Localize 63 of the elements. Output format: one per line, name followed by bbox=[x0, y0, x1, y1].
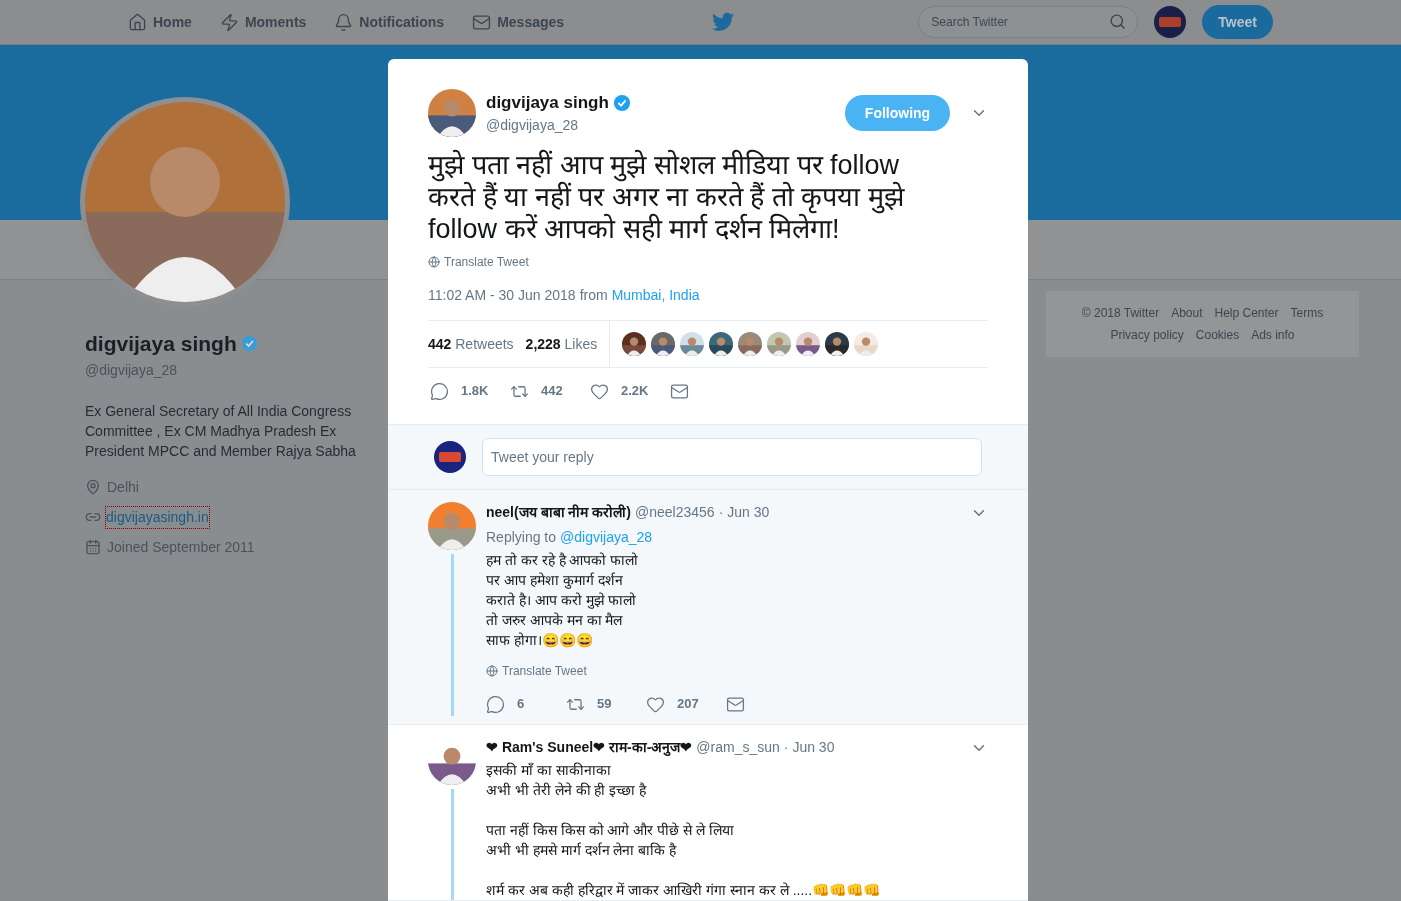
reply-button[interactable]: 1.8K bbox=[430, 381, 510, 401]
reply-icon bbox=[486, 694, 505, 714]
profile-handle: @digvijaya_28 bbox=[85, 360, 179, 380]
footer-link[interactable]: Ads info bbox=[1251, 326, 1295, 344]
reply-author-name[interactable]: ❤ Ram's Suneel❤ राम-का-अनुज❤ bbox=[486, 737, 693, 758]
footer-link[interactable]: Privacy policy bbox=[1110, 326, 1184, 344]
retweet-button[interactable]: 59 bbox=[566, 694, 646, 714]
search-icon[interactable] bbox=[1109, 13, 1127, 30]
like-button[interactable]: 207 bbox=[646, 694, 726, 714]
author-handle: @digvijaya_28 bbox=[486, 116, 580, 136]
author-name[interactable]: digvijaya singh bbox=[486, 89, 609, 116]
reply-handle: @ram_s_sun bbox=[696, 738, 780, 757]
profile-name: digvijaya singh bbox=[85, 331, 237, 357]
avatar-icon[interactable] bbox=[1159, 17, 1182, 27]
translate-link[interactable]: Translate Tweet bbox=[428, 253, 529, 271]
website-link[interactable]: digvijayasingh.in bbox=[105, 505, 210, 529]
globe-icon bbox=[428, 256, 440, 268]
footer-link[interactable]: Help Center bbox=[1214, 304, 1279, 322]
reply-author-name[interactable]: neel(जय बाबा नीम करोली) bbox=[486, 502, 631, 523]
reply-date: · Jun 30 bbox=[718, 503, 770, 522]
envelope-icon bbox=[472, 12, 492, 32]
retweet-button[interactable]: 442 bbox=[510, 381, 590, 401]
tweet-time: 11:02 AM - 30 Jun 2018 bbox=[428, 286, 576, 305]
bell-icon bbox=[334, 12, 354, 32]
nav-link[interactable]: Moments bbox=[219, 11, 307, 33]
lightning-icon bbox=[219, 12, 239, 32]
nav-link[interactable]: Messages bbox=[472, 11, 565, 33]
tweet-text: मुझे पता नहीं आप मुझे सोशल मीडिया पर follow करते हैं या नहीं पर अगर ना करते हैं तो कृपया मुझे follow करें आपको सही मार्ग दर्शन मिलेगा! bbox=[428, 149, 906, 245]
mention-link[interactable]: @digvijaya_28 bbox=[560, 527, 653, 548]
reply-button[interactable]: 6 bbox=[486, 694, 566, 714]
from-label: from bbox=[579, 286, 608, 305]
heart-icon bbox=[590, 381, 609, 401]
stat-link[interactable]: 2,228 Likes bbox=[525, 333, 598, 355]
reply-date: · Jun 30 bbox=[783, 738, 835, 757]
following-button[interactable]: Following bbox=[845, 95, 950, 131]
home-icon bbox=[128, 12, 147, 32]
translate-link[interactable]: Translate Tweet bbox=[486, 662, 988, 680]
footer-link[interactable]: Cookies bbox=[1195, 326, 1240, 344]
nav-link[interactable]: Notifications bbox=[334, 11, 445, 33]
tweet-button[interactable]: Tweet bbox=[1202, 5, 1273, 39]
reply-handle: @neel23456 bbox=[635, 503, 715, 522]
search-field[interactable]: Search Twitter bbox=[918, 6, 1139, 38]
profile-joined: Joined September 2011 bbox=[107, 537, 255, 557]
reply-icon bbox=[430, 381, 449, 401]
nav-link[interactable]: Home bbox=[128, 11, 192, 33]
reply-text: पता नहीं किस किस को आगे और पीछे से ले लिया अभी भी हमसे मार्ग दर्शन लेना बाकि है bbox=[486, 821, 735, 860]
location-pin-icon bbox=[85, 479, 101, 495]
like-button[interactable]: 2.2K bbox=[590, 381, 670, 401]
reply-text: शर्म कर अब कही हरिद्वार में जाकर आखिरी गंगा स्नान कर ले .....👊👊👊👊 bbox=[486, 881, 882, 900]
stat-link[interactable]: 442 Retweets bbox=[428, 333, 514, 355]
profile-bio: Ex General Secretary of All India Congress Committee , Ex CM Madhya Pradesh Ex President MPCC and Member Rajya Sabha bbox=[85, 401, 357, 461]
footer-link[interactable]: © 2018 Twitter bbox=[1081, 304, 1160, 322]
reply-input[interactable]: Tweet your reply bbox=[482, 438, 982, 476]
footer-link[interactable]: About bbox=[1171, 304, 1203, 322]
globe-icon bbox=[486, 665, 498, 677]
replying-label: Replying to bbox=[486, 528, 557, 547]
reply-text: इसकी माँ का साकीनाका अभी भी तेरी लेने की ही इच्छा है bbox=[486, 761, 648, 800]
footer-link[interactable]: Terms bbox=[1290, 304, 1324, 322]
reply-text: हम तो कर रहे है आपको फालो पर आप हमेशा कुमार्ग दर्शन कराते है। आप करो मुझे फालो तो जरुर आपके मन का मैल साफ होगा।😄😄😄 bbox=[486, 551, 640, 650]
profile-location: Delhi bbox=[107, 477, 139, 497]
place-link[interactable]: Mumbai, India bbox=[611, 285, 700, 306]
calendar-icon bbox=[85, 539, 101, 555]
heart-icon bbox=[646, 694, 665, 714]
